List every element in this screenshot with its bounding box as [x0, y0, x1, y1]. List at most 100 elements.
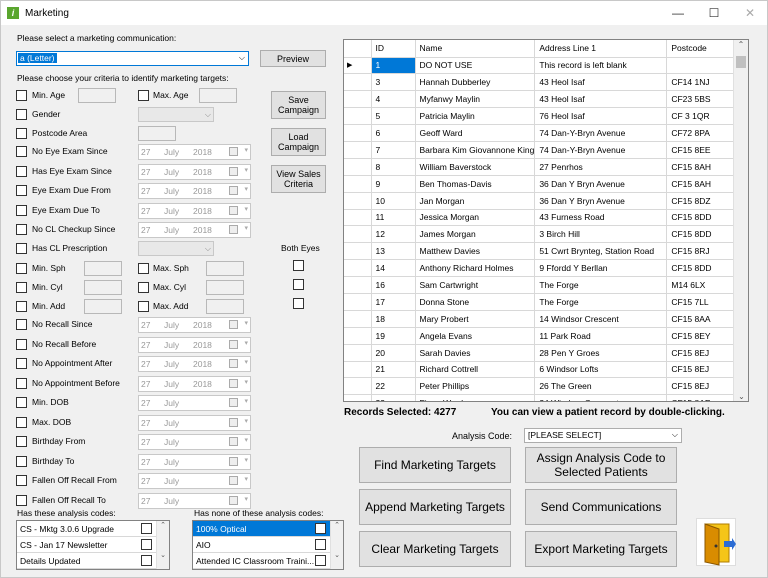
row-header[interactable]	[344, 141, 372, 159]
min-dob-checkbox[interactable]	[16, 397, 27, 408]
min-cyl-input[interactable]	[84, 280, 122, 295]
table-row[interactable]: 21 Richard Cottrell 6 Windsor Lofts CF15 8E…	[344, 361, 740, 379]
list-item-checkbox[interactable]	[315, 523, 326, 534]
table-row[interactable]: 12 James Morgan 3 Birch Hill CF15 8DD	[344, 225, 740, 244]
chevron-down-icon[interactable]: ▾	[244, 319, 248, 327]
chevron-down-icon[interactable]: ▾	[244, 436, 248, 444]
chevron-down-icon[interactable]: ▾	[244, 205, 248, 213]
row-header[interactable]	[344, 175, 372, 193]
both-eyes-cyl-checkbox[interactable]	[293, 279, 304, 290]
min-add-checkbox[interactable]	[16, 301, 27, 312]
table-row[interactable]: 6 Geoff Ward 74 Dan-Y-Bryn Avenue CF72 8PA	[344, 124, 740, 142]
eye-exam-due-to-date-picker[interactable]: 27 July 2018 ▾	[138, 202, 251, 219]
list-scrollbar[interactable]: ⌃ ⌄	[156, 521, 169, 569]
max-cyl-checkbox[interactable]	[138, 282, 149, 293]
list-item-checkbox[interactable]	[141, 523, 152, 534]
row-header[interactable]	[344, 327, 372, 345]
view-sales-criteria-button[interactable]: View Sales Criteria	[271, 165, 326, 193]
scroll-up-icon[interactable]: ⌃	[331, 521, 343, 529]
max-dob-date-picker[interactable]: 27 July ▾	[138, 414, 251, 431]
list-item-checkbox[interactable]	[141, 539, 152, 550]
exit-door-button[interactable]	[696, 518, 736, 566]
calendar-icon[interactable]	[229, 398, 238, 407]
no-recall-before-date-picker[interactable]: 27 July 2018 ▾	[138, 336, 251, 353]
calendar-icon[interactable]	[229, 339, 238, 349]
row-header[interactable]	[344, 259, 372, 278]
table-row[interactable]: 20 Sarah Davies 28 Pen Y Groes CF15 8EJ	[344, 344, 740, 362]
patients-grid[interactable]: ID Name Address Line 1 Postcode ▶ 1 DO NOT US…	[343, 39, 749, 402]
min-cyl-checkbox[interactable]	[16, 282, 27, 293]
send-communications-button[interactable]: Send Communications	[525, 489, 677, 525]
row-header[interactable]	[344, 73, 372, 92]
chevron-down-icon[interactable]: ▾	[244, 397, 248, 405]
no-recall-before-checkbox[interactable]	[16, 338, 27, 350]
fallen-off-recall-from-date-picker[interactable]: 27 July ▾	[138, 473, 251, 489]
list-item-checkbox[interactable]	[315, 555, 326, 566]
close-button[interactable]: ✕	[733, 1, 767, 25]
list-item[interactable]: Details Updated	[17, 553, 158, 569]
has-cl-prescription-checkbox[interactable]	[16, 243, 27, 254]
list-scrollbar[interactable]: ⌃ ⌄	[330, 521, 343, 569]
scroll-down-icon[interactable]: ⌄	[331, 551, 343, 559]
row-header[interactable]	[344, 377, 372, 396]
calendar-icon[interactable]	[229, 417, 238, 427]
list-item[interactable]: CS - Jan 17 Newsletter	[17, 537, 158, 553]
no-recall-since-checkbox[interactable]	[16, 319, 27, 330]
table-row[interactable]: 7 Barbara Kim Giovannone King 74 Dan-Y-Bry…	[344, 141, 740, 159]
calendar-icon[interactable]	[229, 166, 238, 176]
table-row[interactable]: 22 Peter Phillips 26 The Green CF15 8EJ	[344, 377, 740, 396]
table-row[interactable]: 5 Patricia Maylin 76 Heol Isaf CF 3 1QR	[344, 107, 740, 126]
calendar-icon[interactable]	[229, 495, 238, 505]
maximize-button[interactable]: ☐	[697, 1, 731, 25]
column-header-id[interactable]: ID	[371, 40, 416, 58]
max-add-input[interactable]	[206, 299, 244, 314]
row-header[interactable]	[344, 361, 372, 379]
calendar-icon[interactable]	[229, 186, 238, 195]
communication-select[interactable]: a (Letter) ⌵	[16, 51, 249, 66]
chevron-down-icon[interactable]: ▾	[244, 475, 248, 483]
table-row[interactable]: 19 Angela Evans 11 Park Road CF15 8EY	[344, 327, 740, 345]
calendar-icon[interactable]	[229, 320, 238, 329]
row-header[interactable]	[344, 209, 372, 227]
min-add-input[interactable]	[84, 299, 122, 314]
column-header-address-line-1[interactable]: Address Line 1	[534, 40, 668, 58]
birthday-to-checkbox[interactable]	[16, 455, 27, 467]
chevron-down-icon[interactable]: ▾	[244, 417, 248, 425]
table-row[interactable]: 23Fiona Ward24 Windsor CrescentCF15 8AE	[344, 394, 740, 401]
chevron-down-icon[interactable]: ▾	[244, 495, 248, 503]
list-item[interactable]: 100% Optical	[193, 521, 332, 537]
min-age-input[interactable]	[78, 88, 116, 103]
list-item[interactable]: AIO	[193, 537, 332, 553]
table-row[interactable]: 14 Anthony Richard Holmes 9 Ffordd Y Berll…	[344, 259, 740, 278]
append-marketing-targets-button[interactable]: Append Marketing Targets	[359, 489, 511, 525]
calendar-icon[interactable]	[229, 437, 238, 446]
birthday-to-date-picker[interactable]: 27 July ▾	[138, 453, 251, 470]
max-age-checkbox[interactable]	[138, 90, 149, 101]
row-header[interactable]	[344, 158, 372, 176]
calendar-icon[interactable]	[229, 147, 238, 156]
chevron-down-icon[interactable]: ▾	[244, 146, 248, 154]
table-row[interactable]: 9 Ben Thomas-Davis 36 Dan Y Bryn Avenue CF1…	[344, 175, 740, 193]
table-row[interactable]: 8 William Baverstock 27 Penrhos CF15 8AH	[344, 158, 740, 176]
no-eye-exam-since-checkbox[interactable]	[16, 146, 27, 157]
no-appointment-before-checkbox[interactable]	[16, 377, 27, 389]
save-campaign-button[interactable]: Save Campaign	[271, 91, 326, 119]
fallen-off-recall-to-date-picker[interactable]: 27 July ▾	[138, 492, 251, 509]
table-row[interactable]: 17 Donna Stone The Forge CF15 7LL	[344, 293, 740, 311]
calendar-icon[interactable]	[229, 378, 238, 388]
row-header[interactable]	[344, 124, 372, 142]
gender-checkbox[interactable]	[16, 109, 27, 120]
table-row[interactable]: 11 Jessica Morgan 43 Furness Road CF15 8DD	[344, 209, 740, 227]
clear-marketing-targets-button[interactable]: Clear Marketing Targets	[359, 531, 511, 567]
eye-exam-due-from-date-picker[interactable]: 27 July 2018 ▾	[138, 183, 251, 199]
no-appointment-after-checkbox[interactable]	[16, 358, 27, 369]
row-header[interactable]	[344, 344, 372, 362]
row-header[interactable]	[344, 276, 372, 294]
max-cyl-input[interactable]	[206, 280, 244, 295]
row-header[interactable]	[344, 192, 372, 210]
chevron-down-icon[interactable]: ▾	[244, 358, 248, 366]
min-sph-checkbox[interactable]	[16, 263, 27, 274]
column-header-name[interactable]: Name	[415, 40, 536, 58]
find-marketing-targets-button[interactable]: Find Marketing Targets	[359, 447, 511, 483]
max-sph-input[interactable]	[206, 261, 244, 276]
